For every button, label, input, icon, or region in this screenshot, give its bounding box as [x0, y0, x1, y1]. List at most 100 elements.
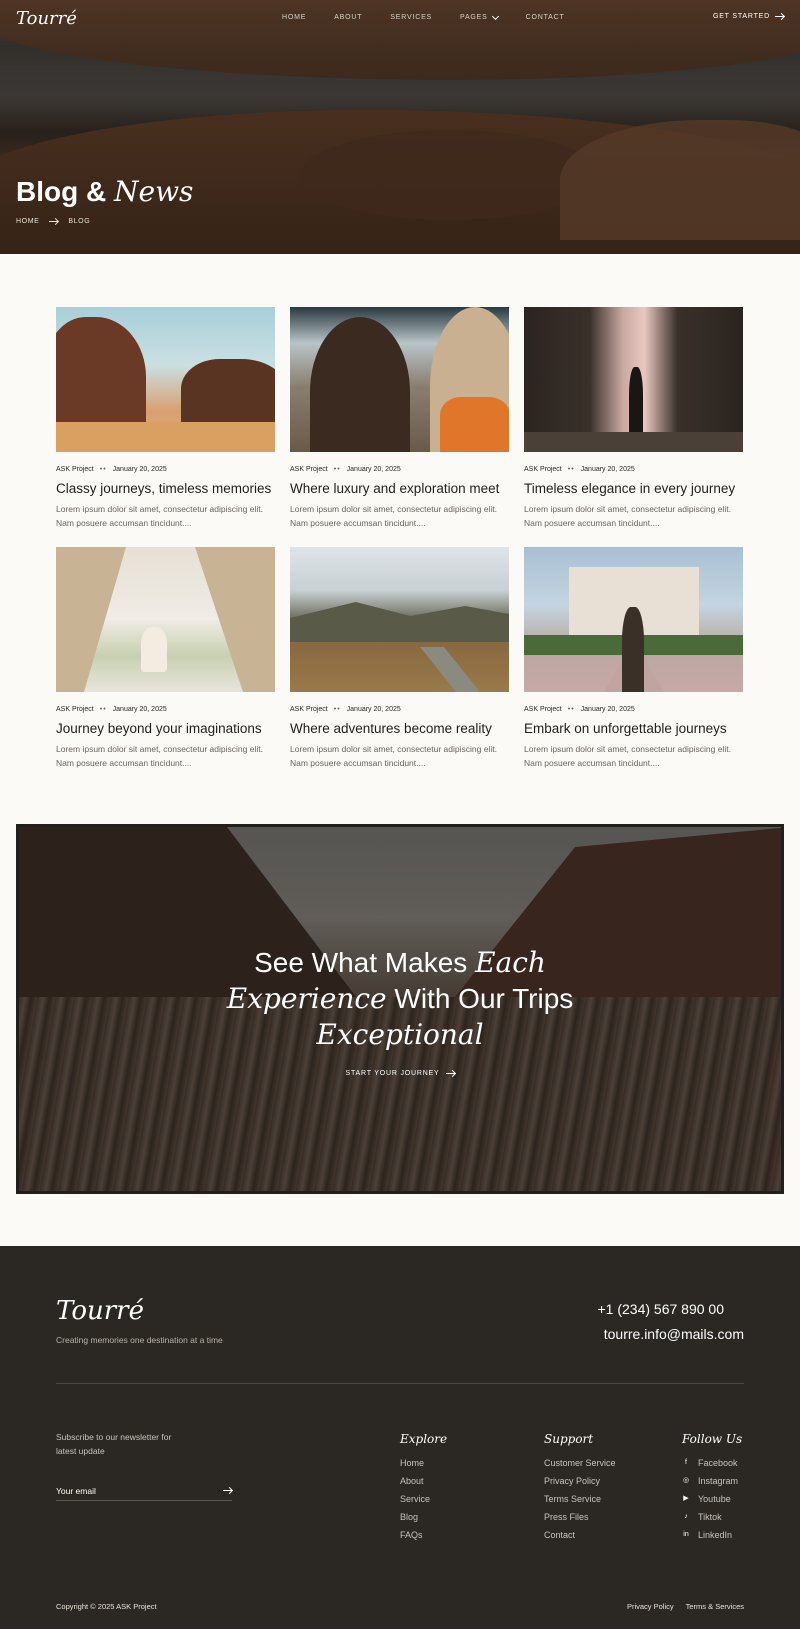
- post-date: January 20, 2025: [580, 466, 635, 473]
- start-journey-label: START YOUR JOURNEY: [345, 1070, 440, 1077]
- nav-item-services[interactable]: SERVICES: [390, 14, 432, 21]
- post-thumbnail-desert[interactable]: [56, 307, 275, 452]
- post-date: January 20, 2025: [580, 706, 635, 713]
- separator-dots-icon: ••: [99, 706, 107, 713]
- nav-item-home[interactable]: HOME: [282, 14, 306, 21]
- social-label: Tiktok: [698, 1512, 722, 1522]
- site-footer: Tourré Creating memories one destination…: [0, 1246, 800, 1629]
- get-started-button[interactable]: GET STARTED: [713, 13, 784, 20]
- post-thumbnail-travelers[interactable]: [290, 307, 509, 452]
- newsletter-email-placeholder: Your email: [56, 1485, 96, 1496]
- footer-link-terms-service[interactable]: Terms Service: [544, 1494, 616, 1504]
- cta-heading-plain: With Our Trips: [394, 983, 574, 1014]
- copyright: Copyright © 2025 ASK Project: [56, 1602, 157, 1611]
- blog-card[interactable]: ASK Project •• January 20, 2025 Embark on …: [524, 547, 743, 787]
- instagram-icon: ◎: [682, 1477, 690, 1484]
- footer-link-service[interactable]: Service: [400, 1494, 447, 1504]
- footer-link-faqs[interactable]: FAQs: [400, 1530, 447, 1540]
- footer-phone[interactable]: +1 (234) 567 890 00: [598, 1301, 725, 1317]
- post-thumbnail-palace[interactable]: [524, 547, 743, 692]
- post-title[interactable]: Journey beyond your imaginations: [56, 721, 275, 736]
- breadcrumb-current: BLOG: [68, 218, 91, 225]
- youtube-icon: ▶: [683, 1495, 689, 1502]
- nav-item-pages-label: PAGES: [460, 14, 488, 21]
- blog-card[interactable]: ASK Project •• January 20, 2025 Where adve…: [290, 547, 509, 787]
- social-label: LinkedIn: [698, 1530, 733, 1540]
- post-meta: ASK Project •• January 20, 2025: [524, 466, 743, 473]
- post-author: ASK Project: [56, 706, 94, 713]
- footer-link-home[interactable]: Home: [400, 1458, 447, 1468]
- breadcrumb-home[interactable]: HOME: [16, 218, 39, 225]
- footer-divider: [56, 1383, 744, 1384]
- footer-link-blog[interactable]: Blog: [400, 1512, 447, 1522]
- post-excerpt: Lorem ipsum dolor sit amet, consectetur …: [290, 744, 497, 768]
- nav-item-contact[interactable]: CONTACT: [526, 14, 565, 21]
- post-meta: ASK Project •• January 20, 2025: [56, 466, 275, 473]
- page-title-plain: Blog &: [16, 176, 107, 207]
- post-meta: ASK Project •• January 20, 2025: [290, 706, 509, 713]
- blog-card[interactable]: ASK Project •• January 20, 2025 Classy jou…: [56, 307, 275, 547]
- footer-link-press-files[interactable]: Press Files: [544, 1512, 616, 1522]
- post-excerpt: Lorem ipsum dolor sit amet, consectetur …: [524, 504, 731, 528]
- social-link-instagram[interactable]: ◎ Instagram: [682, 1476, 742, 1486]
- start-journey-button[interactable]: START YOUR JOURNEY: [19, 1070, 781, 1077]
- cta-heading-italic: Exceptional: [316, 1018, 484, 1051]
- chevron-down-icon: [491, 12, 499, 20]
- blog-card[interactable]: ASK Project •• January 20, 2025 Journey be…: [56, 547, 275, 787]
- facebook-icon: f: [685, 1459, 687, 1466]
- newsletter-email-field[interactable]: Your email: [56, 1481, 232, 1501]
- post-thumbnail-mountains[interactable]: [290, 547, 509, 692]
- post-thumbnail-tent[interactable]: [56, 547, 275, 692]
- cta-heading-plain: See What Makes: [254, 947, 468, 978]
- arrow-right-icon: [49, 221, 59, 222]
- separator-dots-icon: ••: [567, 466, 575, 473]
- nav-item-about[interactable]: ABOUT: [334, 14, 362, 21]
- post-thumbnail-canyon[interactable]: [524, 307, 743, 452]
- social-link-facebook[interactable]: f Facebook: [682, 1458, 742, 1468]
- post-meta: ASK Project •• January 20, 2025: [56, 706, 275, 713]
- social-link-tiktok[interactable]: ♪ Tiktok: [682, 1512, 742, 1522]
- arrow-right-icon: [775, 16, 784, 17]
- footer-link-customer-service[interactable]: Customer Service: [544, 1458, 616, 1468]
- post-excerpt: Lorem ipsum dolor sit amet, consectetur …: [524, 744, 731, 768]
- legal-link-privacy[interactable]: Privacy Policy: [627, 1602, 674, 1611]
- breadcrumb: HOME BLOG: [16, 218, 90, 225]
- page-title: Blog & News: [16, 175, 193, 208]
- post-title[interactable]: Classy journeys, timeless memories: [56, 481, 275, 496]
- page-title-italic: News: [114, 175, 194, 208]
- separator-dots-icon: ••: [99, 466, 107, 473]
- social-link-linkedin[interactable]: in LinkedIn: [682, 1530, 742, 1540]
- blog-card[interactable]: ASK Project •• January 20, 2025 Where luxu…: [290, 307, 509, 547]
- footer-link-about[interactable]: About: [400, 1476, 447, 1486]
- legal-link-terms[interactable]: Terms & Services: [686, 1602, 744, 1611]
- post-excerpt: Lorem ipsum dolor sit amet, consectetur …: [56, 744, 263, 768]
- cta-heading: See What Makes Each Experience With Our …: [19, 945, 781, 1053]
- post-title[interactable]: Timeless elegance in every journey: [524, 481, 743, 496]
- nav-item-pages[interactable]: PAGES: [460, 12, 499, 21]
- post-date: January 20, 2025: [346, 706, 401, 713]
- social-label: Youtube: [698, 1494, 731, 1504]
- post-author: ASK Project: [524, 466, 562, 473]
- brand-logo[interactable]: Tourré: [16, 8, 77, 29]
- get-started-label: GET STARTED: [712, 13, 770, 20]
- cta-heading-italic: Each: [475, 946, 546, 979]
- post-author: ASK Project: [290, 706, 328, 713]
- post-author: ASK Project: [56, 466, 94, 473]
- post-title[interactable]: Where luxury and exploration meet: [290, 481, 509, 496]
- footer-logo[interactable]: Tourré: [56, 1296, 144, 1326]
- linkedin-icon: in: [683, 1531, 689, 1538]
- tiktok-icon: ♪: [684, 1513, 688, 1520]
- blog-card[interactable]: ASK Project •• January 20, 2025 Timeless e…: [524, 307, 743, 547]
- blog-grid: ASK Project •• January 20, 2025 Classy jou…: [56, 307, 744, 787]
- post-title[interactable]: Where adventures become reality: [290, 721, 509, 736]
- footer-tagline: Creating memories one destination at a t…: [56, 1335, 223, 1345]
- footer-email[interactable]: tourre.info@mails.com: [604, 1326, 744, 1342]
- footer-link-contact[interactable]: Contact: [544, 1530, 616, 1540]
- post-excerpt: Lorem ipsum dolor sit amet, consectetur …: [290, 504, 497, 528]
- footer-follow-column: Follow Us f Facebook ◎ Instagram ▶ Youtube …: [682, 1432, 742, 1548]
- social-link-youtube[interactable]: ▶ Youtube: [682, 1494, 742, 1504]
- cta-banner: See What Makes Each Experience With Our …: [16, 824, 784, 1194]
- post-title[interactable]: Embark on unforgettable journeys: [524, 721, 743, 736]
- submit-arrow-icon[interactable]: [223, 1490, 232, 1491]
- footer-link-privacy-policy[interactable]: Privacy Policy: [544, 1476, 616, 1486]
